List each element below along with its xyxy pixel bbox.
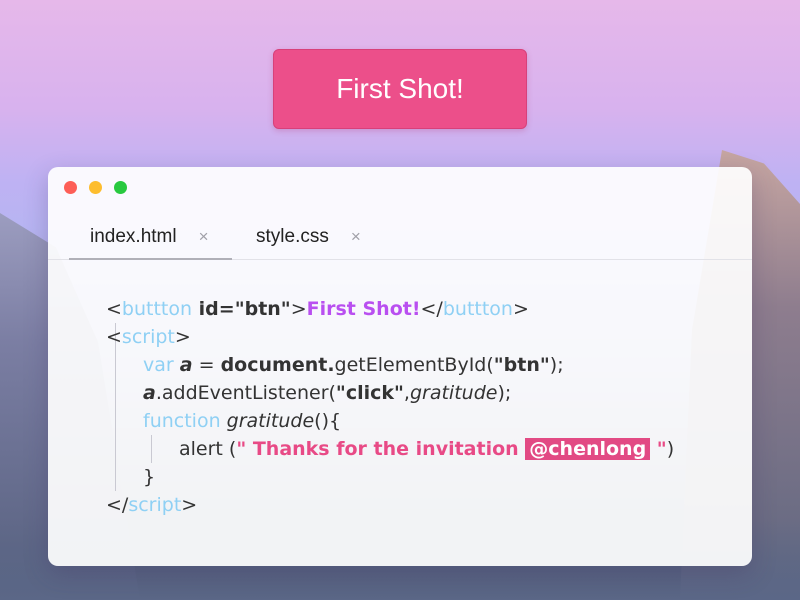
first-shot-button[interactable]: First Shot! [273, 49, 527, 129]
token: .addEventListener( [155, 382, 336, 404]
token: var [143, 354, 174, 376]
code-line-3: var a = document.getElementById("btn"); [106, 351, 732, 379]
code-editor[interactable]: <buttton id="btn">First Shot!</buttton> … [106, 295, 732, 519]
tab-style-css[interactable]: style.css × [256, 215, 361, 259]
token: script [121, 326, 175, 348]
token: > [174, 326, 191, 348]
code-line-4: a.addEventListener("click",gratitude); [106, 379, 732, 407]
token: buttton [442, 298, 513, 320]
minimize-window-button[interactable] [89, 181, 102, 194]
token: " [650, 438, 667, 460]
token: > [290, 298, 307, 320]
maximize-window-button[interactable] [114, 181, 127, 194]
code-line-7: } [106, 463, 732, 491]
token: </ [106, 494, 129, 516]
token: </ [420, 298, 443, 320]
token: gratitude [226, 410, 315, 432]
code-line-6: alert (" Thanks for the invitation @chen… [106, 435, 732, 463]
close-icon[interactable]: × [351, 227, 361, 247]
token: script [128, 494, 182, 516]
token: function [143, 410, 221, 432]
token: = [192, 354, 221, 376]
token: " Thanks for the invitation [236, 438, 526, 460]
token: < [106, 298, 122, 320]
tab-bar: index.html × style.css × [48, 215, 752, 260]
token: "btn" [493, 354, 550, 376]
token: a [179, 354, 193, 376]
token: "click" [335, 382, 404, 404]
tab-label: style.css [256, 226, 329, 247]
token: gratitude [409, 382, 498, 404]
token: } [143, 466, 156, 488]
token: buttton [121, 298, 193, 320]
tab-index-html[interactable]: index.html × [69, 215, 232, 260]
token: getElementById( [334, 354, 494, 376]
token: ) [666, 438, 675, 460]
token: ); [549, 354, 564, 376]
token: alert ( [179, 438, 237, 460]
token: > [181, 494, 198, 516]
editor-window: index.html × style.css × <buttton id="bt… [48, 167, 752, 566]
code-line-5: function gratitude(){ [106, 407, 732, 435]
close-window-button[interactable] [64, 181, 77, 194]
window-controls [64, 181, 127, 194]
token: (){ [314, 410, 342, 432]
token: id="btn" [192, 298, 291, 320]
highlighted-mention: @chenlong [525, 438, 651, 460]
token: First Shot! [306, 298, 421, 320]
token: < [106, 326, 122, 348]
token: > [512, 298, 529, 320]
code-line-2: <script> [106, 323, 732, 351]
tab-label: index.html [90, 225, 177, 247]
code-line-1: <buttton id="btn">First Shot!</buttton> [106, 295, 732, 323]
token: a [143, 382, 156, 404]
code-line-8: </script> [106, 491, 732, 519]
close-icon[interactable]: × [199, 227, 209, 247]
token: ); [497, 382, 512, 404]
token: document. [220, 354, 335, 376]
